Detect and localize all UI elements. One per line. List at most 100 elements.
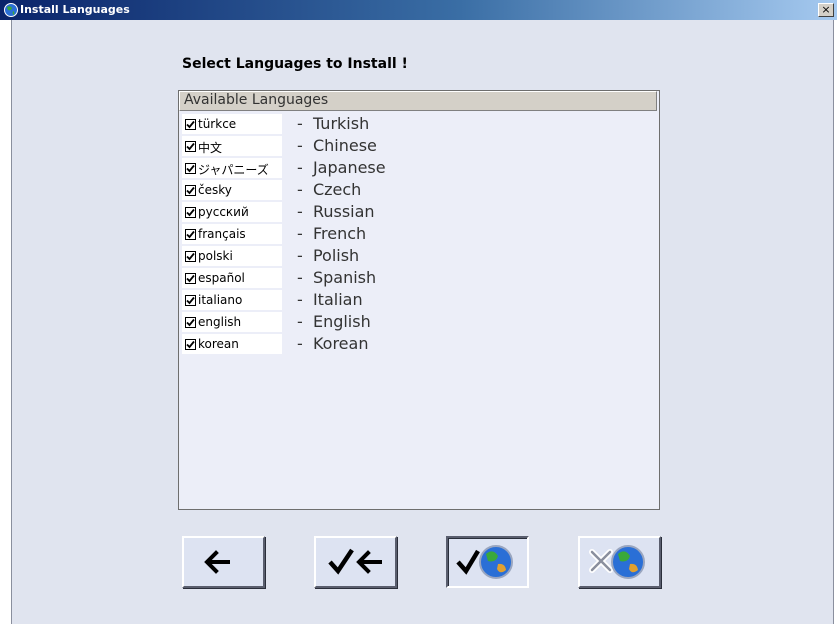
language-english-name: - Russian [297,202,375,221]
language-native-name: français [198,227,246,241]
language-native-name: 中文 [198,141,223,155]
language-cell: español [182,268,282,288]
language-english-name: - English [297,312,371,331]
checkmark-icon [186,120,195,129]
language-checkbox[interactable] [185,185,196,196]
language-checkbox[interactable] [185,317,196,328]
language-checkbox[interactable] [185,295,196,306]
language-english-name: - French [297,224,366,243]
language-checkbox[interactable] [185,251,196,262]
window-title: Install Languages [20,3,130,16]
language-english-label: Turkish [312,114,370,133]
language-native-name: english [198,315,242,329]
install-languages-window: Install Languages × Select Languages to … [0,0,837,624]
language-english-name: - Chinese [297,136,377,155]
checkmark-icon [186,296,195,305]
language-checkbox[interactable] [185,229,196,240]
language-native-name: korean [198,337,239,351]
language-cell: česky [182,180,282,200]
checkmark-icon [186,186,195,195]
language-english-name: - Korean [297,334,368,353]
check-globe-icon [456,545,513,579]
language-cell: korean [182,334,282,354]
language-checkbox[interactable] [185,339,196,350]
language-row[interactable]: türkce - Turkish [182,113,652,135]
language-row[interactable]: ジャパニーズ - Japanese [182,157,652,179]
language-english-label: Russian [312,202,375,221]
language-english-label: Chinese [312,136,377,155]
language-english-label: Spanish [312,268,377,287]
language-row[interactable]: polski - Polish [182,245,652,267]
language-native-name: türkce [198,117,237,131]
language-row[interactable]: русский - Russian [182,201,652,223]
back-button[interactable] [182,536,265,588]
language-native-name: česky [198,183,232,197]
close-button[interactable]: × [818,3,834,17]
language-cell: ジャパニーズ [182,158,282,178]
checkmark-icon [186,318,195,327]
title-bar[interactable]: Install Languages × [0,0,837,20]
language-checkbox[interactable] [185,119,196,130]
language-english-label: French [312,224,367,243]
language-english-label: Japanese [312,158,386,177]
language-list: türkce - Turkish 中文 - Chinese ジャパニーズ - Japane… [182,113,652,355]
select-all-back-button[interactable] [314,536,397,588]
x-globe-icon [589,545,645,579]
language-native-name: polski [198,249,233,263]
cancel-install-button[interactable] [578,536,661,588]
globe-icon [4,3,18,17]
language-checkbox[interactable] [185,163,196,174]
language-english-name: - Spanish [297,268,376,287]
checkmark-icon [186,142,195,151]
checkmark-icon [186,230,195,239]
language-english-label: Polish [312,246,360,265]
language-english-label: Czech [312,180,362,199]
checkmark-icon [186,164,195,173]
language-english-name: - Italian [297,290,363,309]
language-cell: 中文 [182,136,282,156]
language-native-name: italiano [198,293,243,307]
language-english-name: - Turkish [297,114,369,133]
language-checkbox[interactable] [185,207,196,218]
language-row[interactable]: korean - Korean [182,333,652,355]
language-row[interactable]: français - French [182,223,652,245]
language-english-name: - Czech [297,180,361,199]
language-cell: français [182,224,282,244]
language-native-name: ジャパニーズ [198,163,269,177]
install-button[interactable] [446,536,529,588]
language-english-name: - Japanese [297,158,386,177]
check-arrow-left-icon [328,548,382,575]
language-english-label: Italian [312,290,363,309]
language-cell: türkce [182,114,282,134]
checkmark-icon [186,274,195,283]
language-english-name: - Polish [297,246,359,265]
language-english-label: English [312,312,371,331]
language-row[interactable]: english - English [182,311,652,333]
arrow-left-icon [204,550,230,574]
language-cell: polski [182,246,282,266]
checkmark-icon [186,340,195,349]
language-cell: english [182,312,282,332]
language-cell: italiano [182,290,282,310]
list-header: Available Languages [179,91,657,111]
language-native-name: русский [198,205,249,219]
language-row[interactable]: česky - Czech [182,179,652,201]
language-row[interactable]: italiano - Italian [182,289,652,311]
language-checkbox[interactable] [185,141,196,152]
language-row[interactable]: español - Spanish [182,267,652,289]
dialog-body: Select Languages to Install ! Available … [11,20,834,624]
language-checkbox[interactable] [185,273,196,284]
page-title: Select Languages to Install ! [182,56,408,72]
languages-listbox[interactable]: Available Languages türkce - Turkish 中文 - C… [178,90,660,510]
checkmark-icon [186,252,195,261]
language-row[interactable]: 中文 - Chinese [182,135,652,157]
